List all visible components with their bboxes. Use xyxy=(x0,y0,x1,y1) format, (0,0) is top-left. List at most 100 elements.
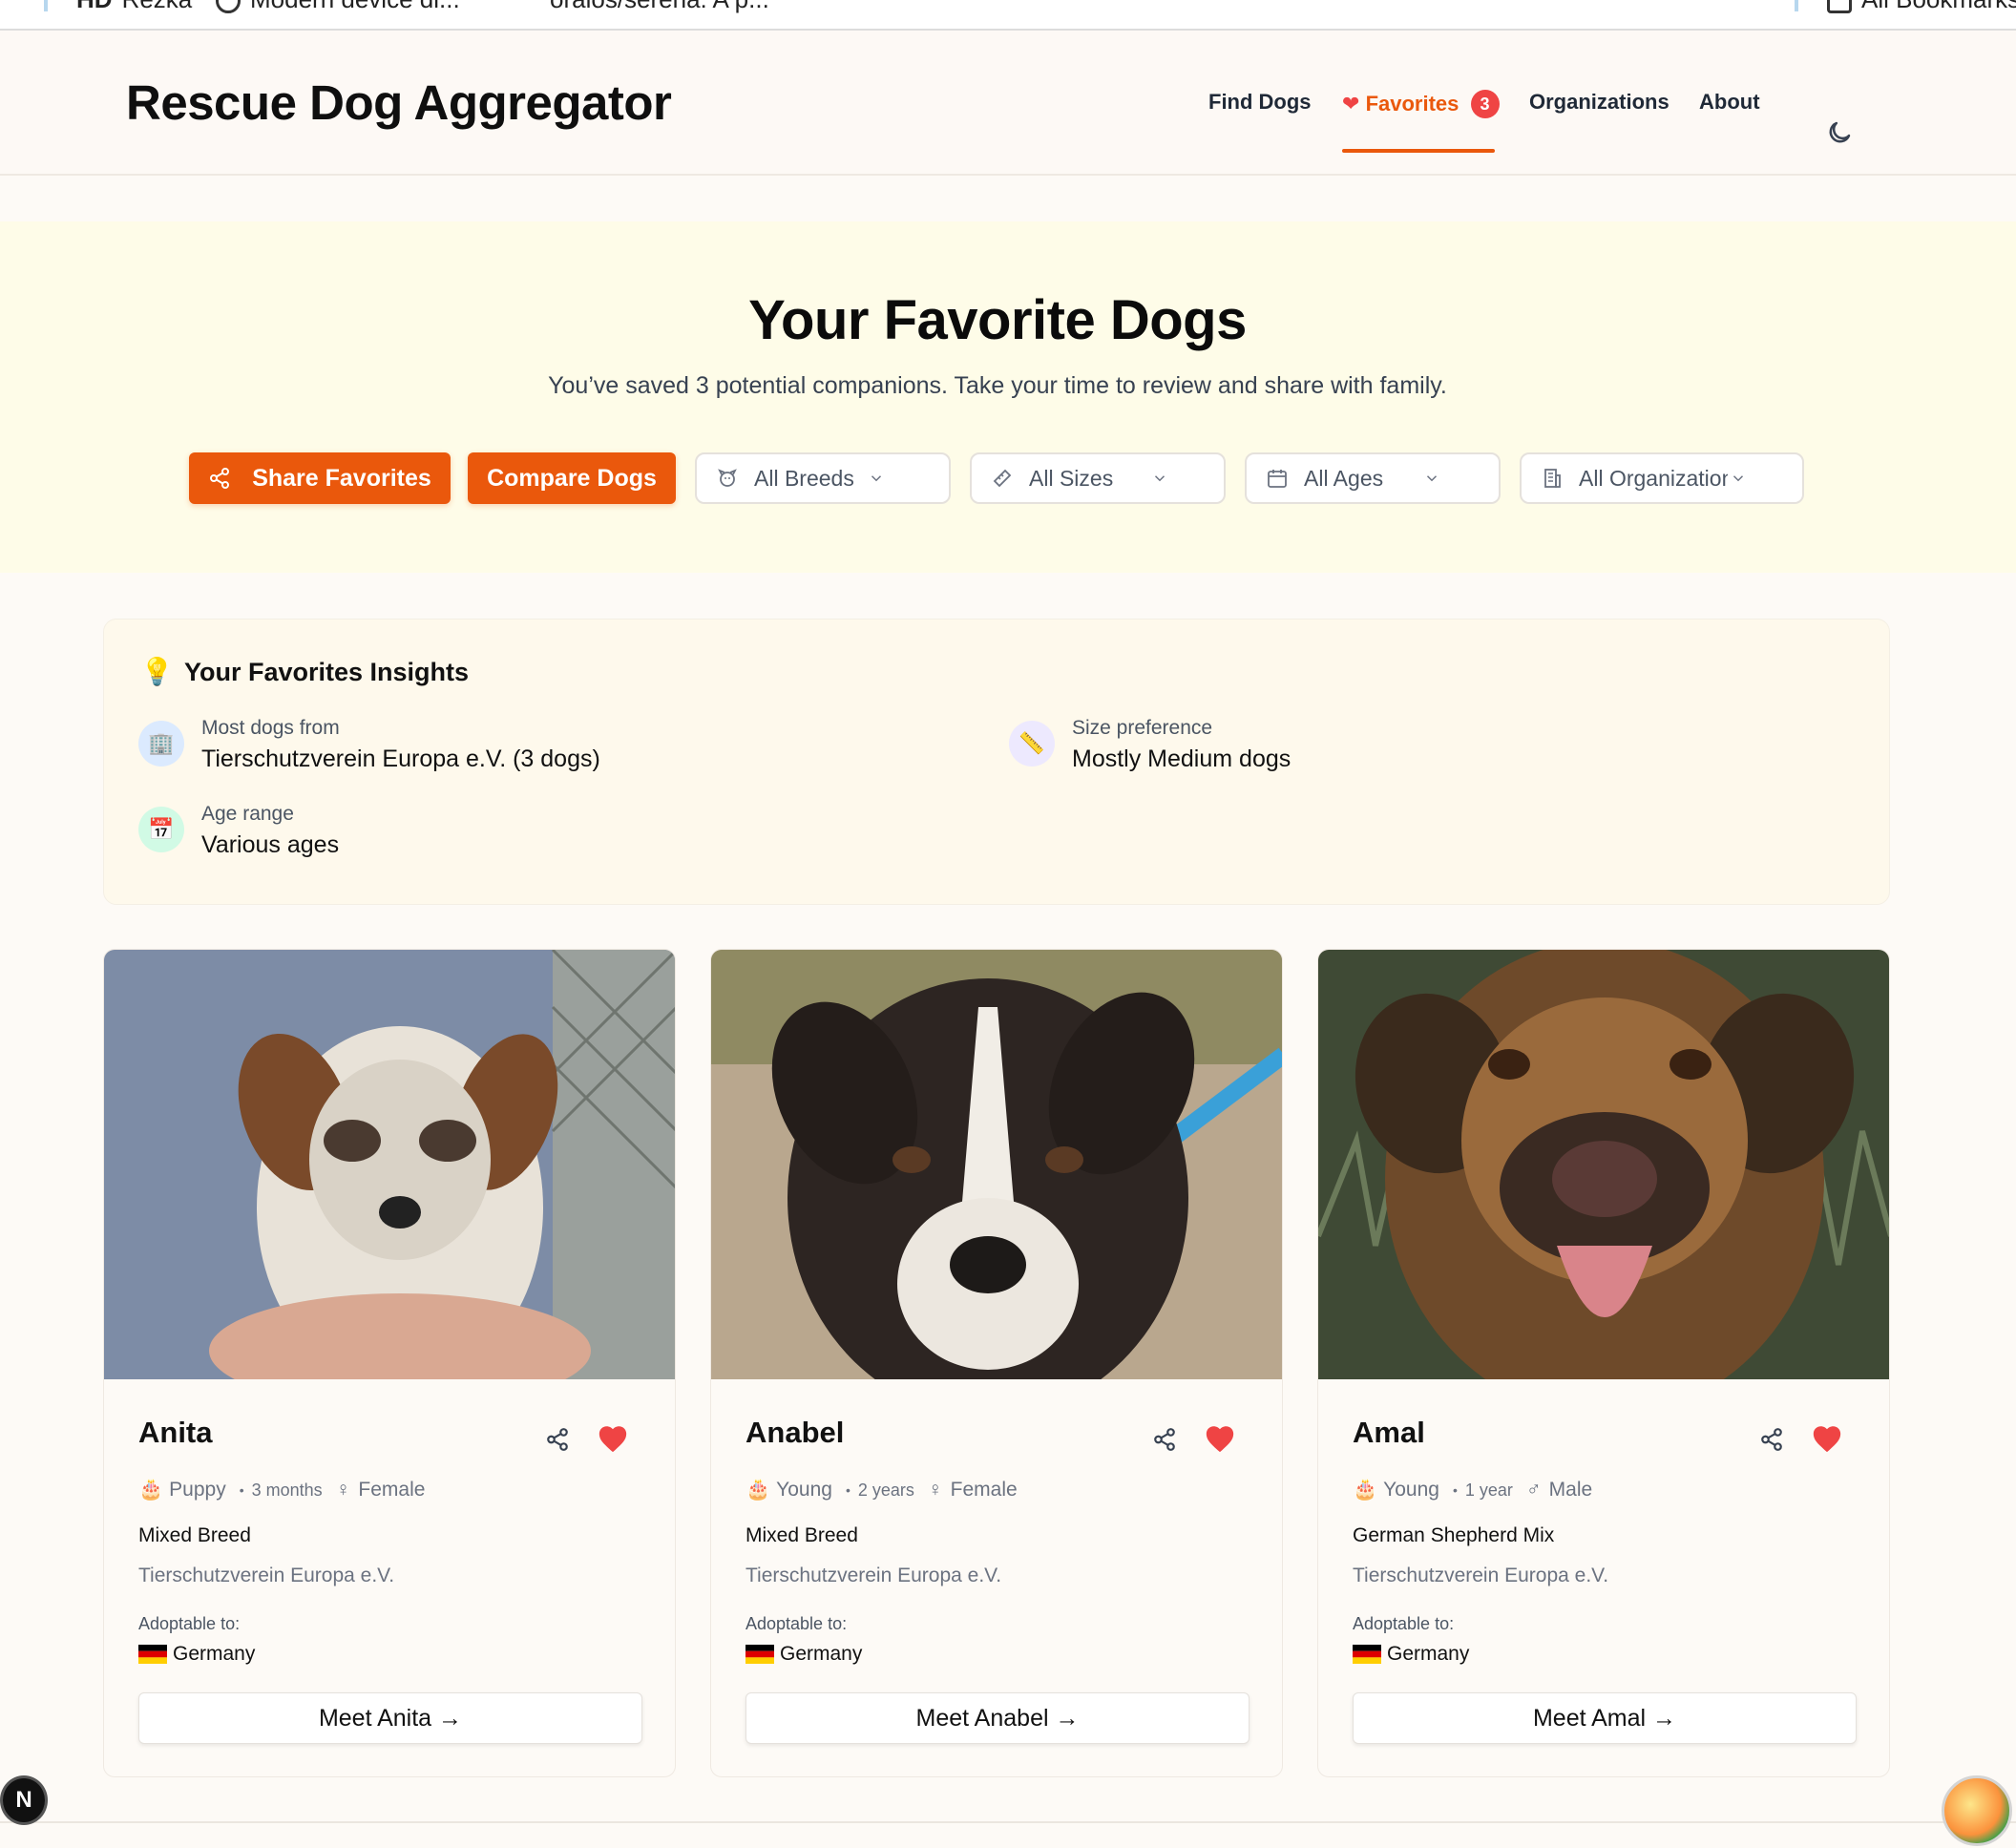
insight-value: Tierschutzverein Europa e.V. (3 dogs) xyxy=(201,746,600,772)
nextjs-dev-badge[interactable]: N xyxy=(0,1775,48,1825)
dog-gender: Male xyxy=(1548,1479,1593,1501)
dog-card[interactable]: Amal 🎂 Young • 1 year ♂ Male German Shep… xyxy=(1317,949,1890,1777)
germany-flag-icon xyxy=(1353,1645,1381,1664)
dog-name[interactable]: Anita xyxy=(138,1416,213,1450)
page-title: Your Favorite Dogs xyxy=(748,289,1247,351)
insight-value: Mostly Medium dogs xyxy=(1072,746,1292,772)
dog-name[interactable]: Anabel xyxy=(746,1416,844,1450)
site-header: Rescue Dog Aggregator Find Dogs ❤ Favori… xyxy=(0,31,2016,176)
favorites-hero: Your Favorite Dogs You’ve saved 3 potent… xyxy=(0,221,2016,573)
age-filter-value: All Ages xyxy=(1304,465,1384,491)
chevron-down-icon xyxy=(871,475,881,482)
building-icon: 🏢 xyxy=(138,721,184,766)
organization-filter-select[interactable]: All Organizations xyxy=(1520,452,1804,504)
bookmark-separator xyxy=(44,0,48,11)
heart-icon[interactable] xyxy=(1204,1423,1236,1454)
github-icon xyxy=(216,0,241,14)
share-favorites-label: Share Favorites xyxy=(252,464,431,492)
share-favorites-button[interactable]: Share Favorites xyxy=(189,452,451,504)
heart-icon[interactable] xyxy=(1811,1423,1843,1454)
bookmark-all[interactable]: All Bookmarks xyxy=(1827,0,2016,14)
heart-icon[interactable] xyxy=(597,1423,629,1454)
bookmark-device[interactable]: Modern device di... xyxy=(216,0,460,14)
dog-face-icon xyxy=(718,469,737,487)
brand-logo[interactable]: Rescue Dog Aggregator xyxy=(126,74,672,131)
dog-photo[interactable] xyxy=(711,950,1282,1379)
page-subtitle: You’ve saved 3 potential companions. Tak… xyxy=(548,372,1447,399)
share-icon xyxy=(210,468,230,489)
adoptable-country: Germany xyxy=(138,1643,255,1666)
meet-dog-button[interactable]: Meet Anabel → xyxy=(746,1692,1250,1744)
adoptable-label: Adoptable to: xyxy=(138,1614,241,1633)
size-filter-value: All Sizes xyxy=(1029,465,1114,491)
insight-label: Age range xyxy=(201,803,294,825)
female-icon: ♀ xyxy=(927,1479,943,1501)
footer-divider xyxy=(0,1821,2016,1823)
meet-dog-button[interactable]: Meet Amal → xyxy=(1353,1692,1857,1744)
dog-organization[interactable]: Tierschutzverein Europa e.V. xyxy=(138,1564,394,1587)
dog-organization[interactable]: Tierschutzverein Europa e.V. xyxy=(746,1564,1001,1587)
adoptable-label: Adoptable to: xyxy=(746,1614,848,1633)
chevron-down-icon xyxy=(1732,475,1744,482)
country-name: Germany xyxy=(173,1643,256,1665)
favorites-insights: 💡 Your Favorites Insights 🏢 Most dogs fr… xyxy=(103,619,1890,905)
dog-organization[interactable]: Tierschutzverein Europa e.V. xyxy=(1353,1564,1608,1587)
dog-age: 1 year xyxy=(1464,1480,1513,1500)
male-icon: ♂ xyxy=(1525,1479,1542,1501)
lightbulb-icon: 💡 xyxy=(140,657,174,686)
dog-meta: 🎂 Young • 2 years ♀ Female xyxy=(746,1479,1018,1501)
birthday-cake-icon: 🎂 xyxy=(1353,1479,1378,1501)
heart-icon: ❤ xyxy=(1342,92,1360,116)
folder-icon xyxy=(1827,0,1852,14)
meet-dog-button[interactable]: Meet Anita → xyxy=(138,1692,642,1744)
nav-favorites[interactable]: ❤ Favorites 3 xyxy=(1342,90,1500,118)
favorites-count-badge: 3 xyxy=(1470,90,1500,118)
country-name: Germany xyxy=(780,1643,863,1665)
bookmark-rezka[interactable]: HDRezka xyxy=(76,0,192,14)
bookmarks-bar: HDRezka Modern device di... oraios/seren… xyxy=(0,0,2016,31)
organization-filter-value: All Organizations xyxy=(1579,465,1728,491)
dog-gender: Female xyxy=(358,1479,426,1501)
dog-card[interactable]: Anabel 🎂 Young • 2 years ♀ Female Mixed … xyxy=(710,949,1283,1777)
insight-label: Most dogs from xyxy=(201,717,340,739)
ruler-icon xyxy=(993,469,1012,488)
dog-meta: 🎂 Puppy • 3 months ♀ Female xyxy=(138,1479,426,1501)
germany-flag-icon xyxy=(746,1645,774,1664)
compare-dogs-button[interactable]: Compare Dogs xyxy=(468,452,676,504)
insight-label: Size preference xyxy=(1072,717,1213,739)
share-icon[interactable] xyxy=(1152,1427,1177,1452)
nav-find-dogs[interactable]: Find Dogs xyxy=(1208,90,1312,115)
size-filter-select[interactable]: All Sizes xyxy=(970,452,1226,504)
dog-photo[interactable] xyxy=(1318,950,1889,1379)
moon-icon[interactable] xyxy=(1825,118,1854,147)
dog-card[interactable]: Anita 🎂 Puppy • 3 months ♀ Female Mixed … xyxy=(103,949,676,1777)
dog-photo[interactable] xyxy=(104,950,675,1379)
female-icon: ♀ xyxy=(335,1479,351,1501)
beach-avatar-icon[interactable] xyxy=(1942,1775,2012,1846)
insight-value: Various ages xyxy=(201,831,340,858)
adoptable-country: Germany xyxy=(746,1643,862,1666)
nav-organizations[interactable]: Organizations xyxy=(1529,90,1670,115)
bookmark-separator xyxy=(1795,0,1798,11)
breed-filter-select[interactable]: All Breeds xyxy=(695,452,951,504)
dog-breed: Mixed Breed xyxy=(138,1524,251,1546)
birthday-cake-icon: 🎂 xyxy=(138,1479,164,1501)
age-category: Puppy xyxy=(169,1479,226,1501)
dog-breed: Mixed Breed xyxy=(746,1524,858,1546)
age-category: Young xyxy=(776,1479,832,1501)
dog-age: 3 months xyxy=(251,1480,323,1500)
share-icon[interactable] xyxy=(545,1427,570,1452)
share-icon[interactable] xyxy=(1759,1427,1784,1452)
active-nav-indicator xyxy=(1342,149,1495,153)
chevron-down-icon xyxy=(1155,475,1166,482)
age-filter-select[interactable]: All Ages xyxy=(1245,452,1501,504)
chevron-down-icon xyxy=(1427,475,1438,482)
dog-name[interactable]: Amal xyxy=(1353,1416,1425,1450)
bookmark-serena[interactable]: oraios/serena: A p... xyxy=(550,0,769,14)
nav-about[interactable]: About xyxy=(1699,90,1760,115)
building-icon xyxy=(1544,469,1561,488)
adoptable-label: Adoptable to: xyxy=(1353,1614,1455,1633)
adoptable-country: Germany xyxy=(1353,1643,1469,1666)
dog-age: 2 years xyxy=(857,1480,914,1500)
dog-gender: Female xyxy=(950,1479,1018,1501)
